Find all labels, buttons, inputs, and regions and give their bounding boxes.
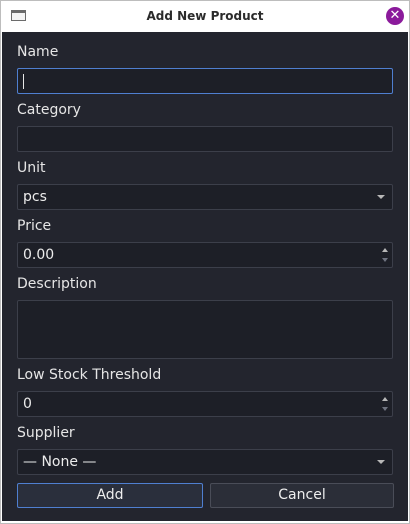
spin-up-icon[interactable] (382, 248, 388, 252)
window-title: Add New Product (146, 9, 264, 23)
low-stock-value: 0 (23, 396, 32, 412)
supplier-label: Supplier (17, 425, 75, 441)
dialog-content: Name Category Unit pcs Price 0.00 Descri… (2, 32, 408, 521)
dialog-window: Add New Product ✕ Name Category Unit pcs… (0, 0, 410, 524)
close-icon: ✕ (389, 8, 401, 23)
unit-select[interactable]: pcs (17, 184, 393, 210)
price-label: Price (17, 218, 52, 234)
add-button[interactable]: Add (17, 483, 203, 508)
price-value: 0.00 (23, 247, 55, 263)
text-caret (23, 74, 24, 89)
description-label: Description (17, 276, 97, 292)
cancel-button[interactable]: Cancel (210, 483, 394, 508)
chevron-down-icon (377, 460, 385, 464)
spin-down-icon[interactable] (382, 258, 388, 262)
price-spinbox[interactable]: 0.00 (17, 242, 393, 268)
low-stock-stepper[interactable] (378, 392, 392, 416)
price-stepper[interactable] (378, 243, 392, 267)
low-stock-spinbox[interactable]: 0 (17, 391, 393, 417)
supplier-value: — None — (23, 454, 97, 470)
close-button[interactable]: ✕ (386, 7, 404, 25)
supplier-select[interactable]: — None — (17, 449, 393, 475)
name-input[interactable] (17, 68, 393, 94)
spin-down-icon[interactable] (382, 407, 388, 411)
chevron-down-icon (377, 195, 385, 199)
low-stock-label: Low Stock Threshold (17, 367, 162, 383)
spin-up-icon[interactable] (382, 397, 388, 401)
unit-value: pcs (23, 189, 47, 205)
category-label: Category (17, 102, 81, 118)
category-input[interactable] (17, 126, 393, 152)
title-bar: Add New Product ✕ (1, 1, 409, 32)
description-textarea[interactable] (17, 300, 393, 359)
unit-label: Unit (17, 160, 46, 176)
name-label: Name (17, 44, 59, 60)
